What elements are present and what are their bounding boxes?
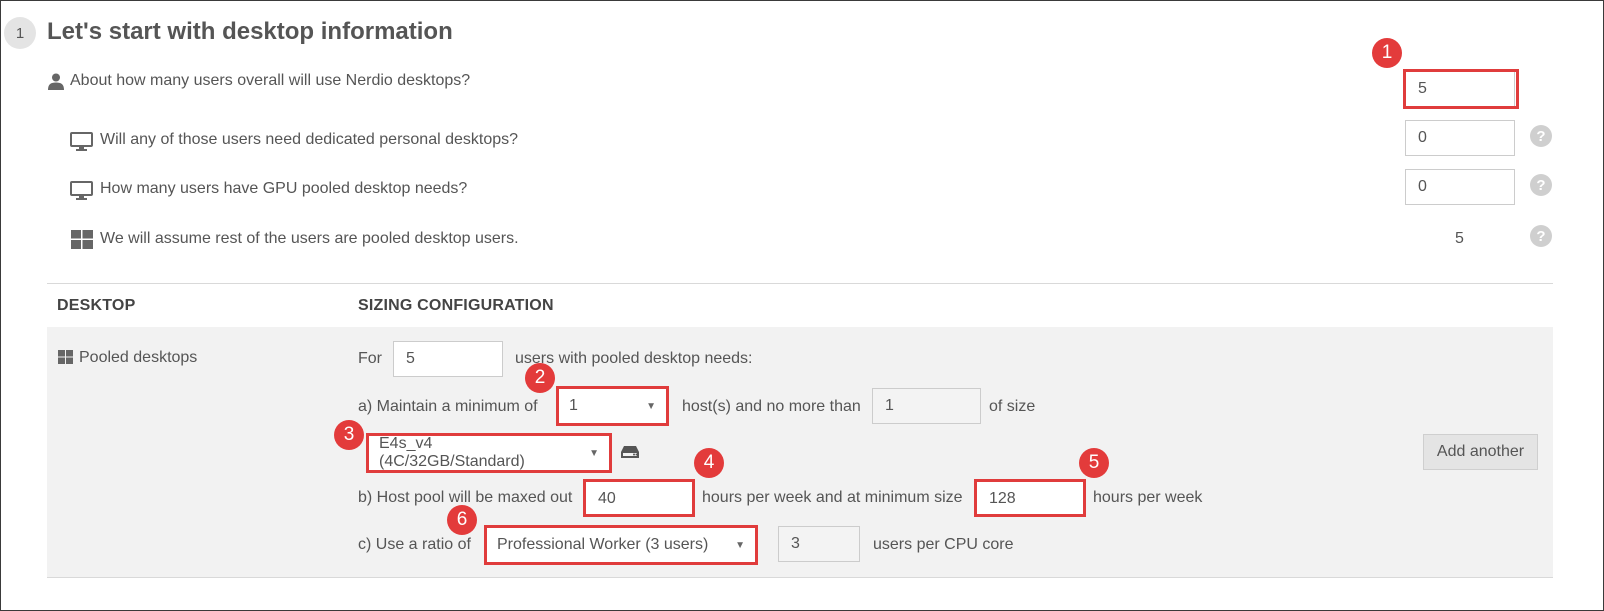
callout-badge-1: 1 [1372,38,1402,68]
step-number: 1 [15,24,25,42]
add-another-button[interactable]: Add another [1423,434,1538,470]
pooled-users-count-input[interactable] [393,341,503,377]
ratio-label: c) Use a ratio of [358,536,471,553]
question-total-users: About how many users overall will use Ne… [70,72,471,89]
desktop-type-label: Pooled desktops [79,349,198,366]
users-per-core-input[interactable] [778,526,860,562]
windows-icon [58,350,73,364]
vm-size-value: E4s_v4 (4C/32GB/Standard) [379,435,525,470]
question-gpu-users: How many users have GPU pooled desktop n… [100,180,468,197]
question-personal-desktops: Will any of those users need dedicated p… [100,131,519,148]
user-icon [47,72,65,90]
page-frame: 1 Let's start with desktop information A… [0,0,1604,611]
callout-badge-3: 3 [334,420,364,450]
windows-icon [71,229,93,249]
chevron-down-icon: ▼ [646,400,656,412]
personal-desktops-input[interactable] [1405,120,1515,156]
pooled-users-value: 5 [1455,230,1464,247]
for-label: For [358,350,382,367]
min-hosts-value: 1 [569,397,578,414]
maintain-minimum-label: a) Maintain a minimum of [358,398,538,415]
callout-badge-5: 5 [1079,448,1109,478]
callout-badge-6: 6 [447,505,477,535]
worker-profile-value: Professional Worker (3 users) [497,536,709,553]
for-suffix-label: users with pooled desktop needs: [515,350,753,367]
callout-badge-2: 2 [525,363,555,393]
section-title: Let's start with desktop information [47,18,453,45]
of-size-label: of size [989,398,1036,415]
total-users-input[interactable] [1405,71,1515,107]
chevron-down-icon: ▼ [589,447,599,459]
maxed-hours-input[interactable] [585,481,693,517]
help-icon[interactable]: ? [1530,174,1552,196]
column-header-sizing: SIZING CONFIGURATION [358,297,554,314]
column-header-desktop: DESKTOP [57,297,136,314]
question-pooled-users: We will assume rest of the users are poo… [100,230,519,247]
monitor-icon [70,131,93,151]
min-hosts-select[interactable]: 1 ▼ [558,388,667,424]
hours-per-week-label: hours per week [1093,489,1203,506]
chevron-down-icon: ▼ [735,539,745,551]
vm-size-select[interactable]: E4s_v4 (4C/32GB/Standard) ▼ [368,435,610,471]
disk-drive-icon[interactable] [621,445,639,459]
hours-at-min-size-label: hours per week and at minimum size [702,489,963,506]
hosts-no-more-than-label: host(s) and no more than [682,398,861,415]
worker-profile-select[interactable]: Professional Worker (3 users) ▼ [486,527,756,563]
monitor-icon [70,180,93,200]
step-number-badge: 1 [4,17,36,49]
maxed-out-label: b) Host pool will be maxed out [358,489,573,506]
table-top-divider [47,283,1553,284]
help-icon[interactable]: ? [1530,125,1552,147]
users-per-core-label: users per CPU core [873,536,1014,553]
max-hosts-input[interactable] [872,388,981,424]
help-icon[interactable]: ? [1530,225,1552,247]
min-size-hours-input[interactable] [976,481,1084,517]
gpu-users-input[interactable] [1405,169,1515,205]
callout-badge-4: 4 [694,448,724,478]
